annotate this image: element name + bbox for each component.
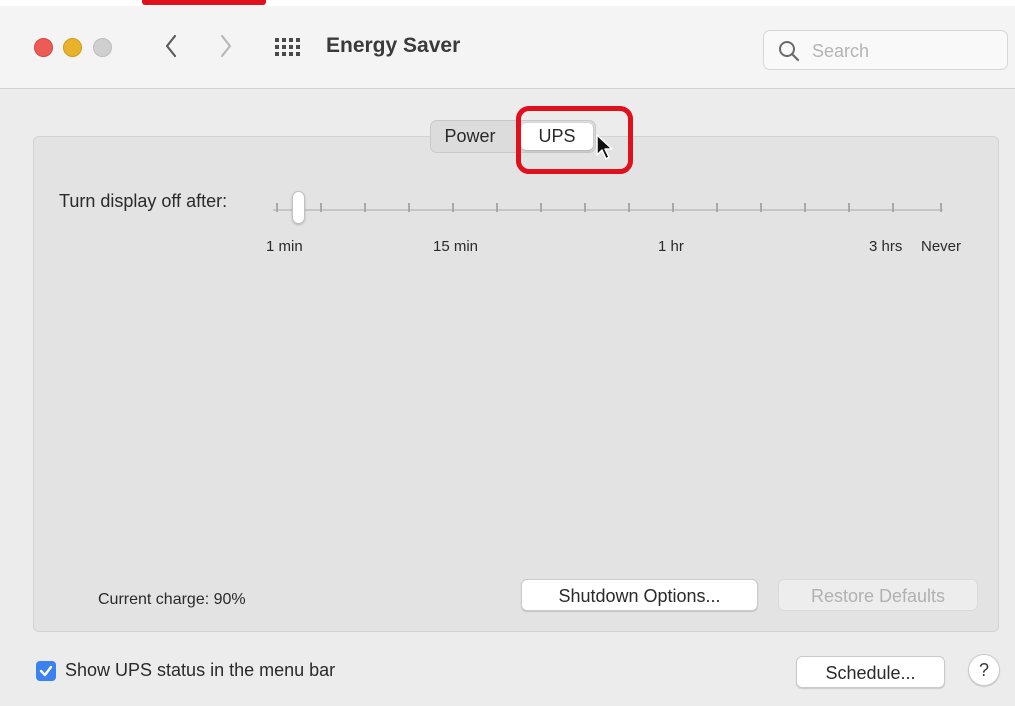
- slider-tick: [804, 203, 806, 212]
- slider-tick: [848, 203, 850, 212]
- tick-label-1-hr: 1 hr: [658, 238, 684, 255]
- tab-ups[interactable]: UPS: [521, 123, 593, 150]
- help-button[interactable]: ?: [968, 654, 1000, 686]
- red-highlight-fragment: [142, 0, 266, 5]
- zoom-window-button[interactable]: [93, 38, 112, 57]
- slider-tick: [540, 203, 542, 212]
- grid-icon: [275, 38, 300, 56]
- current-charge-text: Current charge: 90%: [98, 591, 246, 608]
- tick-label-15-min: 15 min: [433, 238, 479, 255]
- display-sleep-slider-track[interactable]: [273, 209, 943, 211]
- restore-defaults-button[interactable]: Restore Defaults: [778, 579, 978, 611]
- schedule-button[interactable]: Schedule...: [796, 656, 945, 688]
- minimize-window-button[interactable]: [63, 38, 82, 57]
- slider-tick: [452, 203, 454, 212]
- tab-control: Power UPS: [430, 120, 596, 153]
- search-field[interactable]: [763, 30, 1008, 70]
- tick-label-1-min: 1 min: [266, 238, 303, 255]
- toolbar: Energy Saver: [0, 6, 1015, 89]
- shutdown-options-button[interactable]: Shutdown Options...: [521, 579, 758, 611]
- search-icon: [779, 41, 800, 62]
- energy-saver-window: Energy Saver Power UPS Turn display off …: [0, 0, 1015, 706]
- slider-tick: [584, 203, 586, 212]
- slider-tick: [628, 203, 630, 212]
- slider-tick: [716, 203, 718, 212]
- search-input[interactable]: [810, 37, 1004, 65]
- chevron-left-icon: [165, 34, 177, 58]
- slider-tick: [320, 203, 322, 212]
- forward-button[interactable]: [211, 30, 241, 62]
- window-title: Energy Saver: [326, 34, 461, 57]
- slider-tick: [364, 203, 366, 212]
- slider-tick: [672, 203, 674, 212]
- slider-tick: [276, 203, 278, 212]
- show-ups-status-label: Show UPS status in the menu bar: [65, 660, 336, 680]
- slider-tick: [496, 203, 498, 212]
- display-sleep-slider-thumb[interactable]: [292, 191, 305, 224]
- tick-label-3-hrs: 3 hrs: [869, 238, 903, 255]
- mouse-pointer-icon: [596, 134, 613, 160]
- show-ups-status-checkbox[interactable]: [36, 661, 56, 681]
- slider-tick: [408, 203, 410, 212]
- chevron-right-icon: [220, 34, 232, 58]
- checkmark-icon: [39, 665, 53, 677]
- close-window-button[interactable]: [34, 38, 53, 57]
- back-button[interactable]: [156, 30, 186, 62]
- display-sleep-label: Turn display off after:: [59, 191, 228, 211]
- slider-tick: [940, 203, 942, 212]
- slider-tick: [892, 203, 894, 212]
- tick-label-never: Never: [921, 238, 962, 255]
- slider-tick: [760, 203, 762, 212]
- show-all-button[interactable]: [272, 33, 304, 61]
- tab-power[interactable]: Power: [433, 123, 507, 150]
